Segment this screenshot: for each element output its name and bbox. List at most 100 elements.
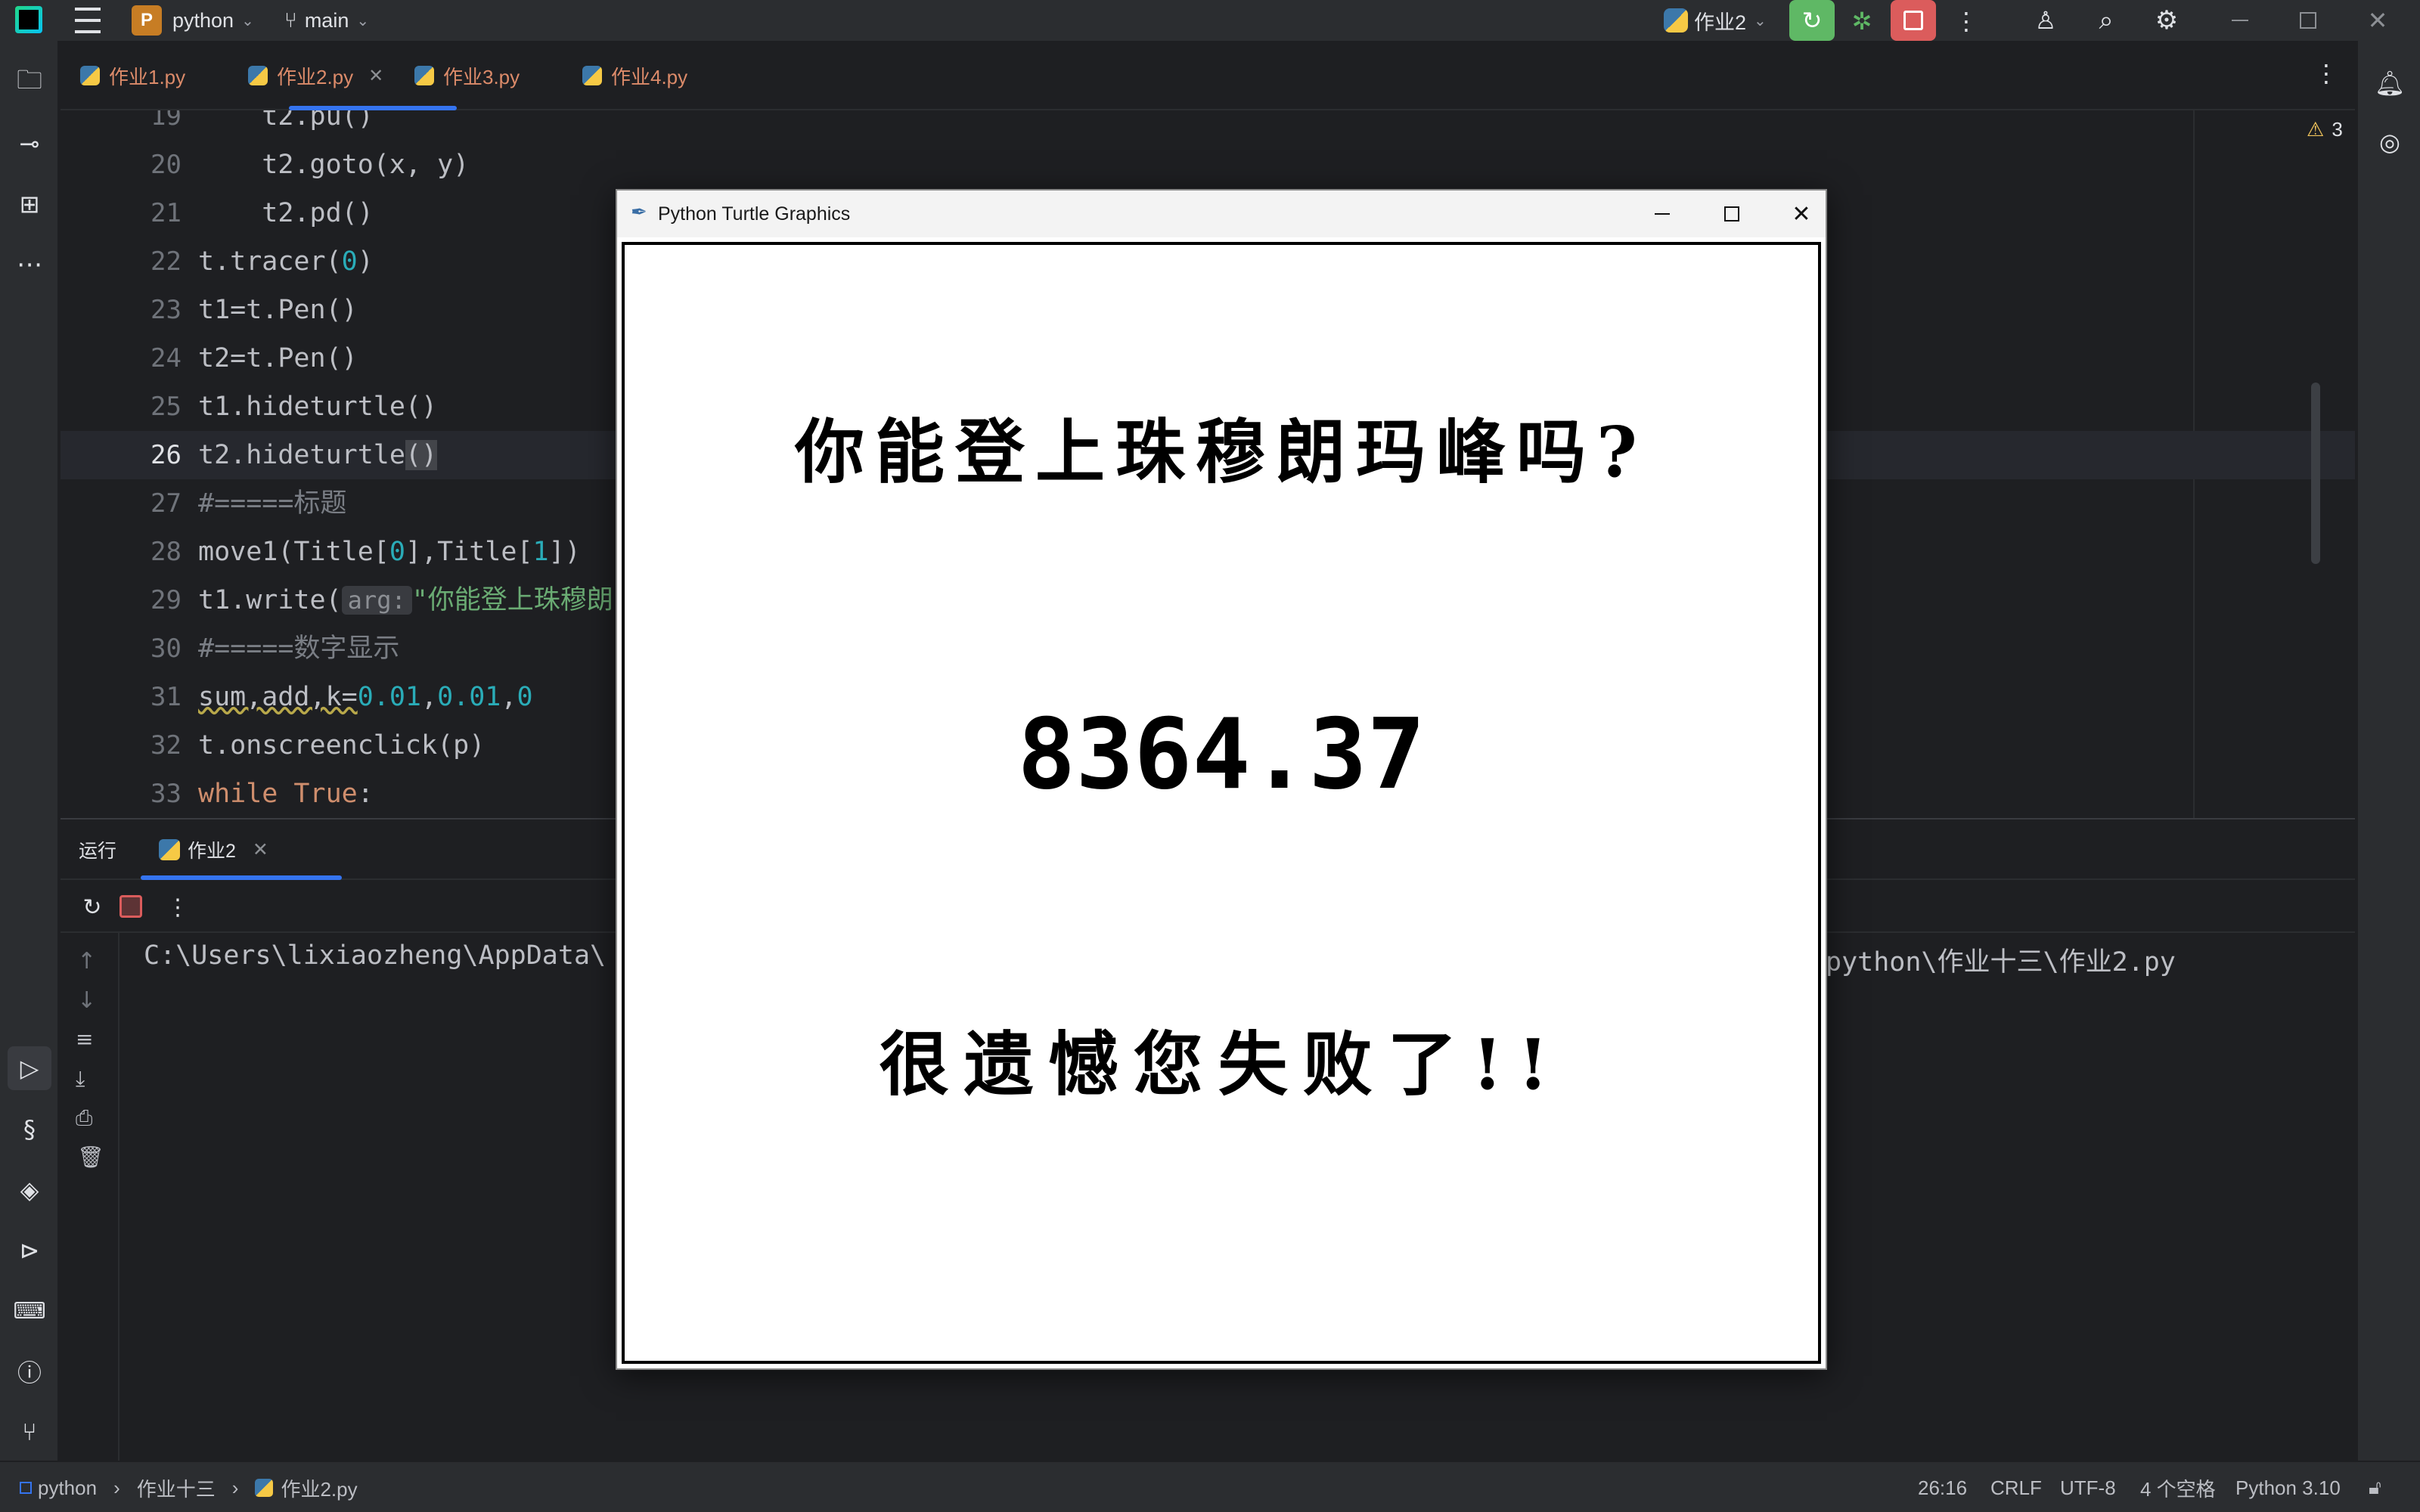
- python-icon: [159, 839, 180, 860]
- commit-icon[interactable]: ⊸: [13, 127, 46, 160]
- line-number: 33: [150, 779, 182, 809]
- add-user-icon[interactable]: ♙: [2028, 3, 2063, 38]
- tab-作业1[interactable]: 作业1.py: [80, 41, 185, 110]
- console-path-start: C:\Users\lixiaozheng\AppData\: [144, 940, 607, 971]
- rerun-icon[interactable]: ↻: [76, 891, 109, 924]
- line-number: 30: [150, 634, 182, 664]
- tab-作业4[interactable]: 作业4.py: [582, 41, 687, 110]
- settings-gear-icon[interactable]: ⚙: [2149, 3, 2184, 38]
- project-selector[interactable]: P python ⌄: [132, 4, 254, 37]
- ai-assistant-icon[interactable]: ◎: [2373, 125, 2406, 159]
- minimize-window-button[interactable]: [2216, 0, 2264, 41]
- more-tools-icon[interactable]: ⋯: [13, 248, 46, 281]
- turtle-canvas[interactable]: 你能登上珠穆朗玛峰吗? 8364.37 很遗憾您失败了!!: [622, 242, 1821, 1364]
- more-actions-icon[interactable]: ⋮: [1953, 5, 1980, 38]
- code-text: t1=t.Pen(): [198, 295, 358, 325]
- line-number: 27: [150, 488, 182, 519]
- line-number: 22: [150, 246, 182, 277]
- run-side-toolbar: ↑ ↓ ≡ ⤓ ⎙ 🗑︎: [60, 933, 119, 1462]
- code-text: t.onscreenclick(p): [198, 730, 486, 761]
- code-text: t2=t.Pen(): [198, 343, 358, 373]
- code-text: t2.pu(): [198, 110, 374, 132]
- breadcrumb-project[interactable]: python: [38, 1476, 97, 1500]
- indent-setting[interactable]: 4 个空格: [2140, 1462, 2216, 1512]
- run-tool-icon[interactable]: ▷: [8, 1046, 51, 1090]
- structure-icon[interactable]: ⊞: [13, 187, 46, 221]
- app-logo-icon[interactable]: [15, 6, 42, 33]
- project-badge: P: [132, 5, 162, 36]
- soft-wrap-icon[interactable]: ≡: [76, 1027, 93, 1052]
- python-file-icon: [414, 66, 434, 85]
- stop-run-icon[interactable]: [119, 895, 142, 918]
- project-folder-icon[interactable]: 🗀: [13, 65, 46, 100]
- close-tab-icon[interactable]: ✕: [253, 838, 268, 861]
- tab-作业2[interactable]: 作业2.py ✕: [248, 41, 383, 110]
- tab-作业3[interactable]: 作业3.py: [414, 41, 520, 110]
- python-interpreter[interactable]: Python 3.10: [2235, 1462, 2341, 1512]
- file-encoding[interactable]: UTF-8: [2060, 1462, 2116, 1512]
- turtle-maximize-button[interactable]: [1697, 191, 1767, 237]
- parameter-hint: arg:: [341, 586, 412, 615]
- module-icon: [20, 1482, 32, 1494]
- scroll-to-end-icon[interactable]: ⤓: [76, 1066, 85, 1092]
- main-menu-icon[interactable]: [73, 8, 103, 33]
- close-window-button[interactable]: ✕: [2353, 0, 2402, 41]
- line-number: 31: [150, 682, 182, 712]
- line-number: 25: [150, 392, 182, 422]
- rerun-button[interactable]: ↻: [1789, 0, 1835, 41]
- line-number: 19: [150, 110, 182, 132]
- code-text: t2.pd(): [198, 198, 374, 228]
- lock-icon[interactable]: 🔓︎: [2369, 1462, 2381, 1512]
- git-branch-icon: ⑂: [284, 8, 297, 32]
- breadcrumb-file[interactable]: 作业2.py: [281, 1474, 357, 1502]
- editor-scrollbar[interactable]: [2311, 383, 2320, 564]
- stop-icon: [1903, 11, 1923, 30]
- line-number: 28: [150, 537, 182, 567]
- git-icon[interactable]: ⑂: [13, 1415, 46, 1448]
- python-file-icon: [255, 1479, 274, 1497]
- project-name: python: [172, 8, 234, 32]
- editor-tabs: 作业1.py 作业2.py ✕ 作业3.py 作业4.py ⋮: [60, 41, 2355, 110]
- game-title-text: 你能登上珠穆朗玛峰吗?: [795, 411, 1648, 493]
- services-icon[interactable]: ⊳: [13, 1234, 46, 1267]
- print-icon[interactable]: ⎙: [76, 1105, 92, 1131]
- close-tab-icon[interactable]: ✕: [368, 65, 383, 87]
- tab-run-config[interactable]: 作业2 ✕: [159, 820, 268, 880]
- code-line: 19 t2.pu(): [60, 110, 2355, 141]
- branch-name: main: [304, 8, 349, 32]
- maximize-window-button[interactable]: [2284, 0, 2332, 41]
- code-line: 20 t2.goto(x, y): [60, 141, 2355, 189]
- turtle-window-titlebar[interactable]: ✒ Python Turtle Graphics ✕: [617, 191, 1826, 237]
- search-icon[interactable]: ⌕: [2089, 3, 2124, 38]
- turtle-minimize-button[interactable]: [1627, 191, 1697, 237]
- turtle-close-button[interactable]: ✕: [1767, 191, 1836, 237]
- arrow-up-icon[interactable]: ↑: [77, 948, 96, 974]
- run-panel-title: 运行: [79, 841, 117, 862]
- line-number: 20: [150, 150, 182, 180]
- score-number: 8364.37: [1017, 699, 1426, 811]
- run-config-selector[interactable]: 作业2 ⌄: [1664, 4, 1767, 37]
- caret-position[interactable]: 26:16: [1918, 1462, 1967, 1512]
- line-separator[interactable]: CRLF: [1990, 1462, 2042, 1512]
- run-more-icon[interactable]: ⋮: [166, 891, 189, 924]
- line-number: 32: [150, 730, 182, 761]
- branch-selector[interactable]: ⑂ main ⌄: [284, 4, 369, 37]
- tabs-more-icon[interactable]: ⋮: [2314, 59, 2338, 88]
- arrow-down-icon[interactable]: ↓: [77, 987, 96, 1014]
- line-number: 23: [150, 295, 182, 325]
- notifications-bell-icon[interactable]: 🔔︎: [2373, 67, 2406, 100]
- stop-button[interactable]: [1891, 0, 1936, 41]
- python-file-icon: [582, 66, 602, 85]
- tab-label: 作业2.py: [277, 65, 354, 88]
- run-config-name: 作业2: [1694, 11, 1747, 34]
- status-bar: python › 作业十三 › 作业2.py 26:16 CRLF UTF-8 …: [0, 1461, 2420, 1512]
- breadcrumb-folder[interactable]: 作业十三: [137, 1474, 216, 1502]
- debug-button[interactable]: ✲: [1845, 5, 1879, 38]
- trash-icon[interactable]: 🗑︎: [77, 1145, 104, 1170]
- python-file-icon: [248, 66, 268, 85]
- problems-icon[interactable]: ⓘ: [13, 1355, 46, 1388]
- python-console-icon[interactable]: §: [13, 1113, 46, 1146]
- layers-icon[interactable]: ◈: [13, 1173, 46, 1207]
- console-output[interactable]: C:\Users\lixiaozheng\AppData\: [144, 940, 606, 971]
- terminal-icon[interactable]: ⌨: [13, 1294, 46, 1328]
